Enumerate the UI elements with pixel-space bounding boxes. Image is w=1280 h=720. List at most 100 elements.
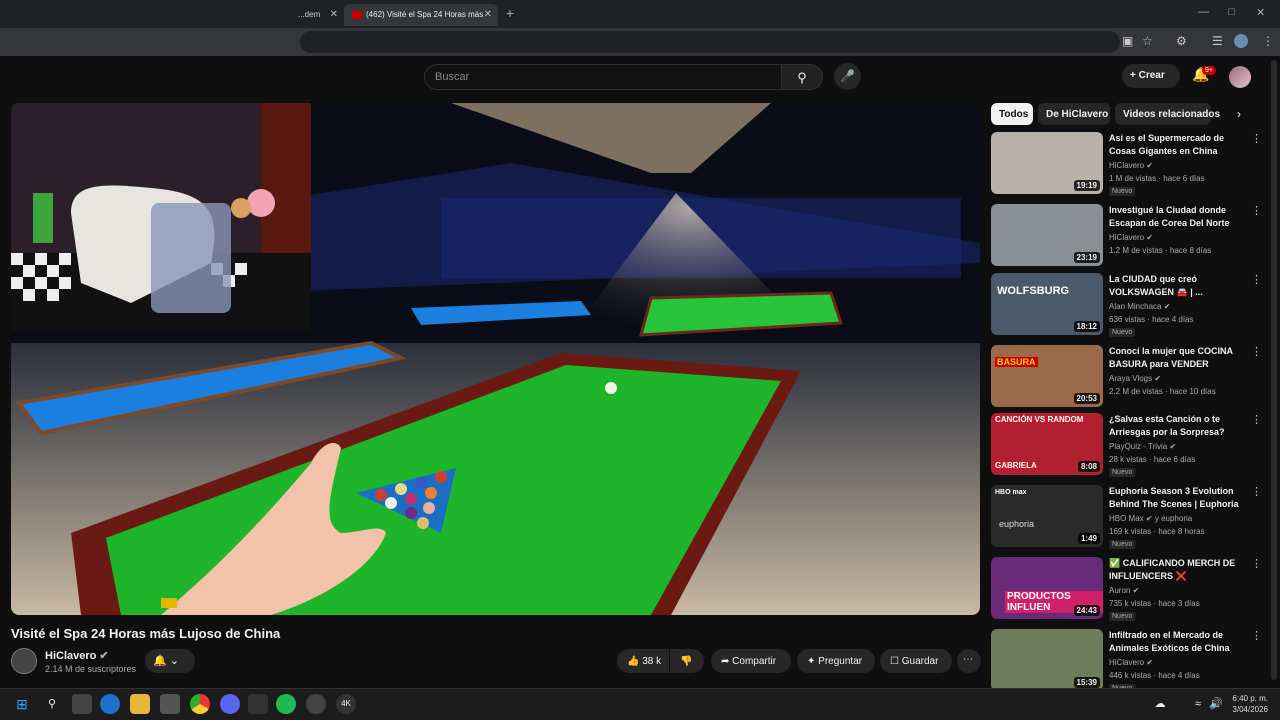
- recommendation-channel[interactable]: PlayQuiz - Trivia ✔: [1109, 442, 1176, 451]
- close-tab-icon[interactable]: ✕: [484, 9, 492, 20]
- task-view-icon[interactable]: [72, 694, 92, 714]
- more-actions-button[interactable]: ⋯: [957, 649, 981, 673]
- more-options-icon[interactable]: ⋮: [1251, 273, 1262, 286]
- new-tab-icon[interactable]: +: [506, 5, 514, 21]
- clock-date: 3/04/2026: [1232, 705, 1268, 714]
- chip-todos[interactable]: Todos: [991, 103, 1033, 125]
- spotify-icon[interactable]: [276, 694, 296, 714]
- media-icon[interactable]: ☰: [1212, 34, 1223, 48]
- chip-de-hiclavero[interactable]: De HiClavero: [1038, 103, 1110, 125]
- recommendation-card[interactable]: 23:19 Investigué la Ciudad donde Escapan …: [991, 204, 1262, 270]
- recommendation-card[interactable]: WOLFSBURG 18:12 La CIUDAD que creó VOLKSWA…: [991, 273, 1262, 339]
- voice-search-button[interactable]: 🎤: [834, 63, 861, 90]
- recommendation-title[interactable]: La CIUDAD que creó VOLKSWAGEN 🚘 | ...: [1109, 273, 1245, 299]
- page-scrollbar[interactable]: [1271, 60, 1277, 680]
- create-button[interactable]: + Crear: [1122, 64, 1180, 88]
- ask-button[interactable]: ✦ Preguntar: [797, 649, 875, 673]
- video-player[interactable]: [11, 103, 980, 615]
- browser-tab-previous[interactable]: ...dem ✕: [290, 4, 344, 26]
- close-window-icon[interactable]: ✕: [1256, 6, 1265, 19]
- recommendation-title[interactable]: Conocí la mujer que COCINA BASURA para V…: [1109, 345, 1245, 371]
- more-options-icon[interactable]: ⋮: [1251, 204, 1262, 217]
- dislike-button[interactable]: 👎: [670, 649, 704, 673]
- maximize-icon[interactable]: □: [1228, 6, 1235, 18]
- capture-app-icon[interactable]: [248, 694, 268, 714]
- recommendation-card[interactable]: 19:19 Así es el Supermercado de Cosas Gig…: [991, 132, 1262, 198]
- recommendation-channel[interactable]: HiClavero ✔: [1109, 233, 1153, 242]
- volume-icon[interactable]: 🔊: [1206, 694, 1226, 714]
- recommendation-channel[interactable]: HiClavero ✔: [1109, 161, 1153, 170]
- like-button[interactable]: 👍 38 k: [617, 649, 669, 673]
- edge-icon[interactable]: [100, 694, 120, 714]
- recommendation-title[interactable]: Investigué la Ciudad donde Escapan de Co…: [1109, 204, 1245, 230]
- recommendation-channel[interactable]: HiClavero ✔: [1109, 658, 1153, 667]
- close-tab-icon[interactable]: ✕: [330, 9, 338, 20]
- discord-icon[interactable]: [220, 694, 240, 714]
- recommendation-card[interactable]: CANCIÓN VS RANDOM GABRIELA 8:08 ¿Salvas est…: [991, 413, 1262, 479]
- new-badge: Nuevo: [1109, 328, 1136, 337]
- account-avatar[interactable]: [1229, 66, 1251, 88]
- search-button[interactable]: ⚲: [781, 64, 823, 90]
- recommendation-title[interactable]: Así es el Supermercado de Cosas Gigantes…: [1109, 132, 1245, 158]
- extensions-icon[interactable]: ⚙: [1176, 34, 1187, 48]
- more-options-icon[interactable]: ⋮: [1251, 345, 1262, 358]
- recommendation-title[interactable]: Infiltrado en el Mercado de Animales Exó…: [1109, 629, 1245, 655]
- channel-name[interactable]: HiClavero ✔: [45, 649, 109, 662]
- store-icon[interactable]: [160, 694, 180, 714]
- chevron-right-icon[interactable]: ›: [1237, 107, 1241, 121]
- wifi-icon[interactable]: ≈: [1188, 694, 1208, 714]
- video-thumbnail[interactable]: CANCIÓN VS RANDOM GABRIELA 8:08: [991, 413, 1103, 475]
- more-options-icon[interactable]: ⋮: [1251, 485, 1262, 498]
- more-options-icon[interactable]: ⋮: [1251, 132, 1262, 145]
- address-bar[interactable]: [300, 31, 1120, 53]
- verified-badge-icon: ✔: [1169, 442, 1177, 451]
- video-thumbnail[interactable]: WOLFSBURG 18:12: [991, 273, 1103, 335]
- recommendation-channel[interactable]: Alan Minchaca ✔: [1109, 302, 1170, 311]
- more-options-icon[interactable]: ⋮: [1251, 413, 1262, 426]
- recommendation-channel[interactable]: HBO Max ✔ y euphoria: [1109, 514, 1192, 523]
- chrome-icon[interactable]: [190, 694, 210, 714]
- save-button[interactable]: ☐ Guardar: [880, 649, 952, 673]
- cast-icon[interactable]: ▣: [1122, 34, 1133, 48]
- share-button[interactable]: ➦ Compartir: [711, 649, 791, 673]
- recommendation-title[interactable]: ¿Salvas esta Canción o te Arriesgas por …: [1109, 413, 1245, 439]
- windows-start-icon[interactable]: ⊞: [12, 694, 32, 714]
- video-thumbnail[interactable]: 15:39: [991, 629, 1103, 691]
- recommendation-card[interactable]: 15:39 Infiltrado en el Mercado de Animale…: [991, 629, 1262, 695]
- minimize-icon[interactable]: —: [1198, 6, 1209, 18]
- 4k-downloader-icon[interactable]: 4K: [336, 694, 356, 714]
- new-badge: Nuevo: [1109, 540, 1136, 549]
- more-options-icon[interactable]: ⋮: [1251, 557, 1262, 570]
- search-icon: ⚲: [797, 70, 807, 85]
- video-thumbnail[interactable]: 23:19: [991, 204, 1103, 266]
- tab-label: (462) Visité el Spa 24 Horas más: [366, 10, 484, 19]
- video-thumbnail[interactable]: BASURA 20:53: [991, 345, 1103, 407]
- recommendation-card[interactable]: BASURA 20:53 Conocí la mujer que COCINA BA…: [991, 345, 1262, 411]
- video-thumbnail[interactable]: PRODUCTOS INFLUEN 24:43: [991, 557, 1103, 619]
- taskbar-clock[interactable]: 6:40 p. m. 3/04/2026: [1228, 693, 1268, 715]
- taskbar-search-icon[interactable]: ⚲: [42, 694, 62, 714]
- recommendation-card[interactable]: PRODUCTOS INFLUEN 24:43 ✅ CALIFICANDO MERC…: [991, 557, 1262, 623]
- channel-avatar[interactable]: [11, 648, 37, 674]
- filter-chips: Todos De HiClavero Videos relacionados ›: [991, 103, 1251, 125]
- search-input[interactable]: Buscar: [424, 64, 782, 90]
- chip-videos-relacionados[interactable]: Videos relacionados: [1115, 103, 1220, 125]
- network-icon[interactable]: ☁: [1150, 694, 1170, 714]
- video-thumbnail[interactable]: HBO max euphoria 1:49: [991, 485, 1103, 547]
- recommendation-title[interactable]: ✅ CALIFICANDO MERCH DE INFLUENCERS ❌: [1109, 557, 1245, 583]
- recommendation-channel[interactable]: Auron ✔: [1109, 586, 1139, 595]
- recommendation-card[interactable]: HBO max euphoria 1:49 Euphoria Season 3 Evo…: [991, 485, 1262, 551]
- file-explorer-icon[interactable]: [130, 694, 150, 714]
- recommendation-channel[interactable]: Araya Vlogs ✔: [1109, 374, 1161, 383]
- profile-icon[interactable]: [1234, 34, 1248, 48]
- video-thumbnail[interactable]: 19:19: [991, 132, 1103, 194]
- browser-tab-active[interactable]: (462) Visité el Spa 24 Horas más ✕: [344, 4, 498, 26]
- more-options-icon[interactable]: ⋮: [1251, 629, 1262, 642]
- recommendation-title[interactable]: Euphoria Season 3 Evolution Behind The S…: [1109, 485, 1245, 511]
- bookmark-star-icon[interactable]: ☆: [1142, 34, 1153, 48]
- share-icon: ➦: [721, 656, 730, 667]
- notification-preferences-button[interactable]: 🔔 ⌄: [145, 649, 195, 673]
- browser-menu-icon[interactable]: ⋮: [1262, 34, 1274, 48]
- obs-icon[interactable]: [306, 694, 326, 714]
- verified-badge-icon: ✔: [1146, 658, 1154, 667]
